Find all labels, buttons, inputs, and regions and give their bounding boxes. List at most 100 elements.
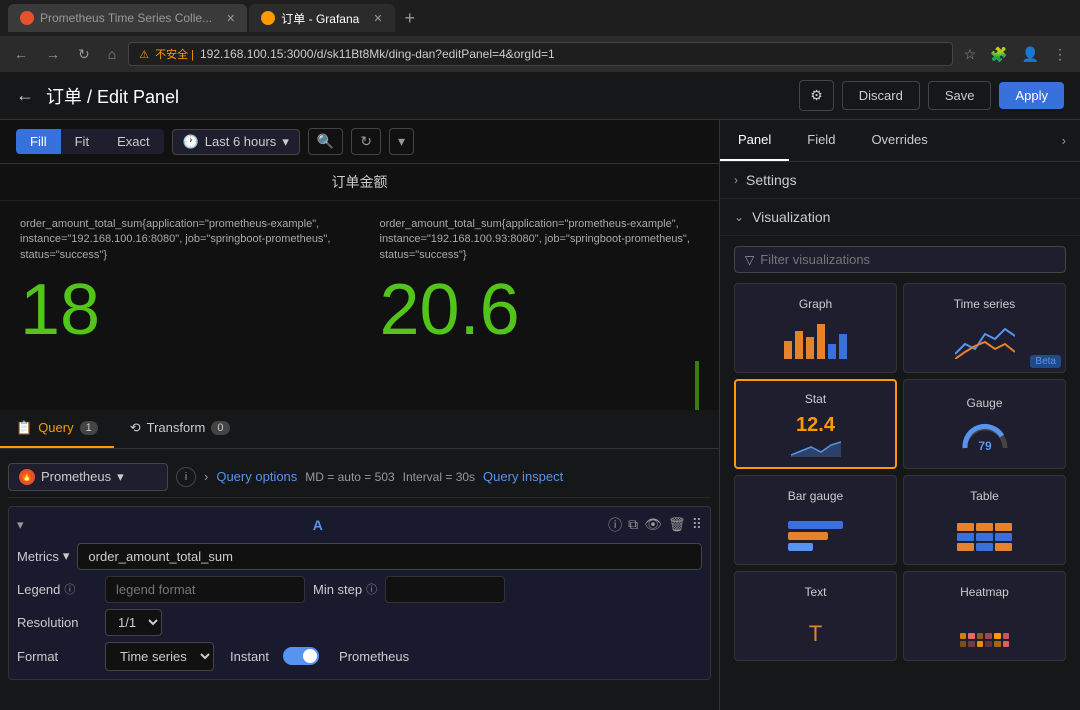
- more-options-button[interactable]: ▾: [389, 128, 414, 155]
- new-tab-button[interactable]: +: [397, 8, 424, 29]
- bargauge-bars: [788, 521, 843, 551]
- viz-preview-text: T: [786, 607, 846, 647]
- stat-value-0: 18: [20, 271, 340, 350]
- instant-toggle[interactable]: [283, 647, 319, 665]
- viz-item-timeseries[interactable]: Time series Beta: [903, 283, 1066, 373]
- viz-item-gauge[interactable]: Gauge 79: [903, 379, 1066, 469]
- bar-chart-graph: [784, 324, 847, 359]
- datasource-select[interactable]: 🔥 Prometheus ▾: [8, 463, 168, 491]
- resolution-select[interactable]: 1/1: [105, 609, 162, 636]
- tab-panel-label: Panel: [738, 132, 771, 147]
- browser-tab-1[interactable]: Prometheus Time Series Colle... ✕: [8, 4, 247, 32]
- viz-item-table[interactable]: Table: [903, 475, 1066, 565]
- exact-button[interactable]: Exact: [103, 129, 164, 154]
- time-picker[interactable]: 🕐 Last 6 hours ▾: [172, 129, 300, 155]
- query-drag-btn[interactable]: ⠿: [692, 515, 702, 535]
- tab-overrides[interactable]: Overrides: [853, 120, 945, 161]
- left-panel: Fill Fit Exact 🕐 Last 6 hours ▾ 🔍 ↻ ▾ 订单…: [0, 120, 720, 710]
- tab-favicon-2: [261, 11, 275, 25]
- viz-name-heatmap: Heatmap: [960, 585, 1009, 599]
- apply-button[interactable]: Apply: [999, 82, 1064, 109]
- tab-close-2[interactable]: ✕: [373, 12, 382, 25]
- viz-item-text[interactable]: Text T: [734, 571, 897, 661]
- query-tab-transform[interactable]: ⟲ Transform 0: [114, 410, 246, 448]
- query-tab-query[interactable]: 📋 Query 1: [0, 410, 114, 448]
- settings-section-header[interactable]: › Settings: [720, 162, 1080, 199]
- query-options-link[interactable]: Query options: [216, 469, 297, 484]
- browser-actions: ☆ 🧩 👤 ⋮: [959, 44, 1072, 65]
- save-button[interactable]: Save: [928, 81, 992, 110]
- query-visibility-btn[interactable]: 👁: [644, 515, 662, 535]
- home-button[interactable]: ⌂: [102, 44, 122, 64]
- settings-icon-button[interactable]: ⚙: [799, 80, 834, 111]
- viz-filter-input[interactable]: [760, 252, 1055, 267]
- viz-item-graph[interactable]: Graph: [734, 283, 897, 373]
- viz-name-graph: Graph: [799, 297, 832, 311]
- hm7: [960, 641, 967, 647]
- legend-label: Legend ⓘ: [17, 581, 97, 597]
- tab-close-1[interactable]: ✕: [226, 12, 235, 25]
- fill-fit-exact-group: Fill Fit Exact: [16, 129, 164, 154]
- tc7: [957, 543, 974, 551]
- fill-button[interactable]: Fill: [16, 129, 61, 154]
- browser-tab-2[interactable]: 订单 - Grafana ✕: [249, 4, 394, 32]
- tab-title-2: 订单 - Grafana: [281, 10, 359, 27]
- back-nav-button[interactable]: ←: [16, 85, 34, 106]
- zoom-button[interactable]: 🔍: [308, 128, 343, 155]
- viz-preview-graph: [786, 319, 846, 359]
- viz-name-stat: Stat: [805, 392, 826, 406]
- viz-item-heatmap[interactable]: Heatmap: [903, 571, 1066, 661]
- query-inspect-link[interactable]: Query inspect: [483, 469, 563, 484]
- tab-field[interactable]: Field: [789, 120, 853, 161]
- toggle-track[interactable]: [283, 647, 319, 665]
- hm2: [968, 633, 975, 639]
- viz-item-stat[interactable]: Stat 12.4: [734, 379, 897, 469]
- browser-tabs: Prometheus Time Series Colle... ✕ 订单 - G…: [0, 0, 1080, 36]
- transform-tab-badge: 0: [211, 421, 229, 435]
- collapse-icon: ▾: [17, 517, 24, 533]
- viz-section-header[interactable]: ⌄ Visualization: [720, 199, 1080, 236]
- profile-btn[interactable]: 👤: [1017, 44, 1044, 65]
- minstep-info-icon: ⓘ: [366, 581, 377, 597]
- minstep-label: Min step ⓘ: [313, 581, 377, 597]
- more-btn[interactable]: ⋮: [1048, 44, 1072, 65]
- viz-preview-bargauge: [786, 511, 846, 551]
- query-info-btn[interactable]: ⓘ: [608, 515, 622, 535]
- svg-text:79: 79: [978, 439, 992, 453]
- viz-chevron: ⌄: [734, 210, 744, 224]
- viz-item-bargauge[interactable]: Bar gauge: [734, 475, 897, 565]
- stat-item-0: order_amount_total_sum{application="prom…: [0, 201, 360, 410]
- query-copy-btn[interactable]: ⧉: [628, 515, 638, 535]
- extensions-btn[interactable]: 🧩: [985, 44, 1012, 65]
- forward-button[interactable]: →: [40, 44, 66, 64]
- reload-button[interactable]: ↻: [72, 44, 96, 65]
- tab-panel[interactable]: Panel: [720, 120, 789, 161]
- panel-tab-more[interactable]: ›: [1048, 121, 1080, 160]
- hm1: [960, 633, 967, 639]
- minstep-input[interactable]: [385, 576, 505, 603]
- preview-area: 订单金额 order_amount_total_sum{application=…: [0, 164, 719, 410]
- tab-field-label: Field: [807, 132, 835, 147]
- legend-input[interactable]: [105, 576, 305, 603]
- address-bar[interactable]: ⚠ 不安全 | 192.168.100.15:3000/d/sk11Bt8Mk/…: [128, 42, 952, 66]
- discard-button[interactable]: Discard: [842, 81, 920, 110]
- fit-button[interactable]: Fit: [61, 129, 103, 154]
- prometheus-label: Prometheus: [339, 649, 409, 664]
- app-header: ← 订单 / Edit Panel ⚙ Discard Save Apply: [0, 72, 1080, 120]
- query-tab-label: Query: [38, 420, 73, 435]
- refresh-button[interactable]: ↻: [351, 128, 381, 155]
- instant-label: Instant: [230, 649, 269, 664]
- metrics-input[interactable]: [77, 543, 702, 570]
- viz-preview-stat: 12.4: [791, 414, 841, 457]
- back-button[interactable]: ←: [8, 44, 34, 64]
- heatmap-grid: [960, 633, 1010, 647]
- datasource-info-button[interactable]: i: [176, 467, 196, 487]
- bookmark-star[interactable]: ☆: [959, 44, 982, 65]
- hm8: [968, 641, 975, 647]
- query-delete-btn[interactable]: 🗑: [668, 515, 686, 535]
- stat-item-1: order_amount_total_sum{application="prom…: [360, 201, 720, 410]
- lock-icon: ⚠: [139, 48, 149, 61]
- table-preview-grid: [957, 523, 1012, 551]
- viz-preview-timeseries: [955, 319, 1015, 359]
- format-select[interactable]: Time series: [105, 642, 214, 671]
